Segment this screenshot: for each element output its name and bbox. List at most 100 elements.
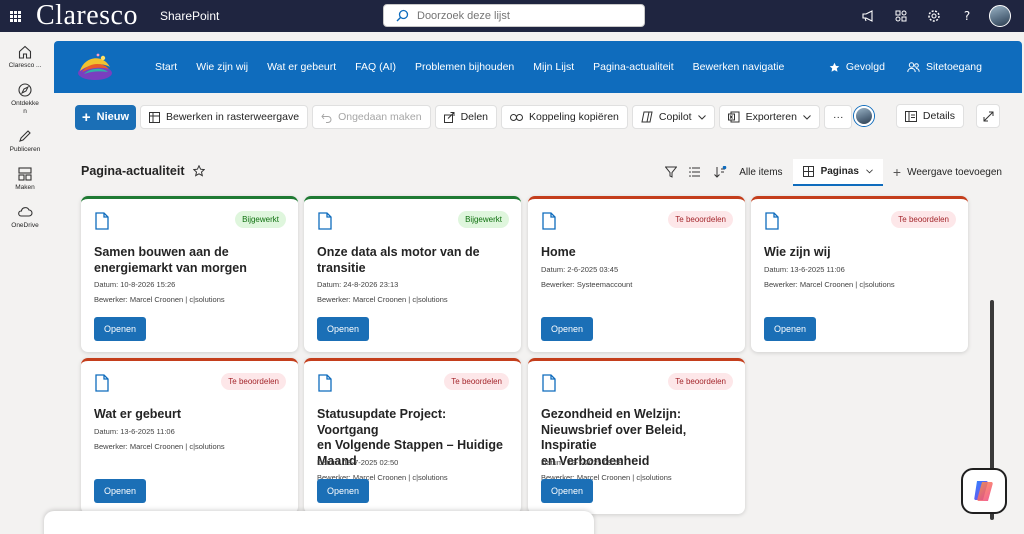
open-button[interactable]: Openen xyxy=(94,317,146,341)
view-tab-paginas[interactable]: Paginas xyxy=(792,158,883,186)
card-title[interactable]: Onze data als motor van de transitie xyxy=(317,245,507,276)
nav-mijn-lijst[interactable]: Mijn Lijst xyxy=(533,61,574,73)
card-title-line: Statusupdate Project: Voortgang xyxy=(317,407,447,437)
home-icon xyxy=(18,45,32,59)
nav-faq[interactable]: FAQ (AI) xyxy=(355,61,396,73)
rail-label: Claresco ... xyxy=(8,62,42,69)
app-rail: Claresco ... Ontdekke n Publiceren Maken … xyxy=(0,32,50,534)
copy-link-button[interactable]: Koppeling kopiëren xyxy=(501,105,628,129)
details-button[interactable]: Details xyxy=(895,104,964,128)
page-card[interactable]: Te beoordelen Home Datum: 2-6-2025 03:45 Be… xyxy=(528,196,745,352)
page-card[interactable]: Bijgewerkt Onze data als motor van de tran… xyxy=(304,196,521,352)
card-title-line: Home xyxy=(541,245,576,259)
page-file-icon xyxy=(318,374,332,392)
open-button[interactable]: Openen xyxy=(541,479,593,503)
card-title[interactable]: Home xyxy=(541,245,731,261)
expand-icon xyxy=(983,111,993,121)
page-card[interactable]: Te beoordelen Wie zijn wij Datum: 13-6-202… xyxy=(751,196,968,352)
site-header: Start Wie zijn wij Wat er gebeurt FAQ (A… xyxy=(54,41,1022,93)
rail-item-discover[interactable]: Ontdekke n xyxy=(0,70,50,116)
nav-wie-zijn-wij[interactable]: Wie zijn wij xyxy=(196,61,248,73)
create-icon xyxy=(18,167,32,181)
copilot-menu-button[interactable]: Copilot xyxy=(631,105,715,129)
card-title-line: transitie xyxy=(317,260,366,275)
chevron-down-icon xyxy=(866,168,873,173)
filter-icon xyxy=(665,166,678,178)
copilot-button[interactable] xyxy=(961,468,1007,514)
account-avatar[interactable] xyxy=(983,0,1016,32)
open-button[interactable]: Openen xyxy=(541,317,593,341)
open-button[interactable]: Openen xyxy=(317,479,369,503)
page-card[interactable]: Bijgewerkt Samen bouwen aan de energiemark… xyxy=(81,196,298,352)
search-box[interactable] xyxy=(383,4,645,27)
open-button[interactable]: Openen xyxy=(317,317,369,341)
follow-button[interactable]: Gevolgd xyxy=(829,61,885,73)
app-name[interactable]: SharePoint xyxy=(160,9,219,23)
org-brand[interactable]: Claresco xyxy=(36,0,138,32)
grid-edit-button[interactable]: Bewerken in rasterweergave xyxy=(140,105,309,129)
site-access-label: Sitetoegang xyxy=(925,61,982,73)
copilot-label: Copilot xyxy=(658,111,692,123)
sort-button[interactable] xyxy=(713,166,727,178)
settings-gear-icon[interactable] xyxy=(917,0,950,32)
page-card[interactable]: Te beoordelen Wat er gebeurt Datum: 13-6-2… xyxy=(81,358,298,514)
list-group-icon xyxy=(689,167,701,177)
undo-icon xyxy=(321,113,332,123)
expand-button[interactable] xyxy=(976,104,1000,128)
add-view-label: Weergave toevoegen xyxy=(907,166,1002,178)
chevron-down-icon xyxy=(697,114,706,120)
follow-label: Gevolgd xyxy=(845,61,885,73)
open-button[interactable]: Openen xyxy=(764,317,816,341)
card-title[interactable]: Wie zijn wij xyxy=(764,245,954,261)
rail-item-publish[interactable]: Publiceren xyxy=(0,116,50,154)
favorite-star-icon[interactable] xyxy=(192,165,205,177)
share-button[interactable]: Delen xyxy=(434,105,497,129)
app-launcher-icon[interactable] xyxy=(0,0,30,32)
open-button[interactable]: Openen xyxy=(94,479,146,503)
card-editor: Bewerker: Marcel Croonen | c|solutions xyxy=(317,295,448,304)
search-input[interactable] xyxy=(417,9,617,22)
star-filled-icon xyxy=(829,62,840,72)
rail-label: Maken xyxy=(15,184,35,191)
nav-pagina-actualiteit[interactable]: Pagina-actualiteit xyxy=(593,61,674,73)
card-title-line: Wie zijn wij xyxy=(764,245,831,259)
card-title-line: Nieuwsbrief over Beleid, Inspiratie xyxy=(541,422,687,453)
card-gallery: Bijgewerkt Samen bouwen aan de energiemark… xyxy=(70,188,1000,534)
add-view-button[interactable]: + Weergave toevoegen xyxy=(893,164,1002,180)
new-label: Nieuw xyxy=(96,111,130,123)
command-bar: + Nieuw Bewerken in rasterweergave Onged… xyxy=(75,104,853,130)
gallery-view-icon xyxy=(802,165,814,177)
megaphone-icon[interactable] xyxy=(851,0,884,32)
site-logo[interactable] xyxy=(76,49,114,83)
view-all-items[interactable]: Alle items xyxy=(739,167,782,178)
new-button[interactable]: + Nieuw xyxy=(75,104,136,130)
undo-button[interactable]: Ongedaan maken xyxy=(312,105,431,129)
pen-icon xyxy=(19,130,31,142)
edit-navigation-link[interactable]: Bewerken navigatie xyxy=(693,61,785,73)
nav-problemen[interactable]: Problemen bijhouden xyxy=(415,61,514,73)
plus-icon: + xyxy=(81,108,91,126)
nav-start[interactable]: Start xyxy=(155,61,177,73)
page-card[interactable]: Te beoordelen Statusupdate Project: Voort… xyxy=(304,358,521,514)
status-badge: Te beoordelen xyxy=(891,211,956,228)
connections-icon[interactable] xyxy=(884,0,917,32)
card-date: Datum: 13-6-2025 11:06 xyxy=(764,264,845,274)
rail-item-onedrive[interactable]: OneDrive xyxy=(0,192,50,230)
group-button[interactable] xyxy=(689,166,701,178)
more-actions-button[interactable]: ··· xyxy=(823,105,853,129)
rail-item-home[interactable]: Claresco ... xyxy=(0,32,50,70)
rail-item-create[interactable]: Maken xyxy=(0,154,50,192)
nav-wat-er-gebeurt[interactable]: Wat er gebeurt xyxy=(267,61,336,73)
help-icon[interactable]: ? xyxy=(950,0,983,32)
site-access-button[interactable]: Sitetoegang xyxy=(907,61,982,73)
search-icon xyxy=(396,9,409,22)
filter-button[interactable] xyxy=(665,166,678,178)
page-card[interactable]: Te beoordelen Gezondheid en Welzijn: Nieuw… xyxy=(528,358,745,514)
rail-label: Ontdekke n xyxy=(11,100,39,115)
card-title[interactable]: Wat er gebeurt xyxy=(94,407,284,423)
card-title[interactable]: Samen bouwen aan de energiemarkt van morg… xyxy=(94,245,284,276)
page-file-icon xyxy=(542,374,556,392)
export-menu-button[interactable]: Exporteren xyxy=(718,105,820,129)
card-title-line: en Volgende Stappen – Huidige xyxy=(317,438,503,452)
user-avatar[interactable] xyxy=(853,106,874,126)
